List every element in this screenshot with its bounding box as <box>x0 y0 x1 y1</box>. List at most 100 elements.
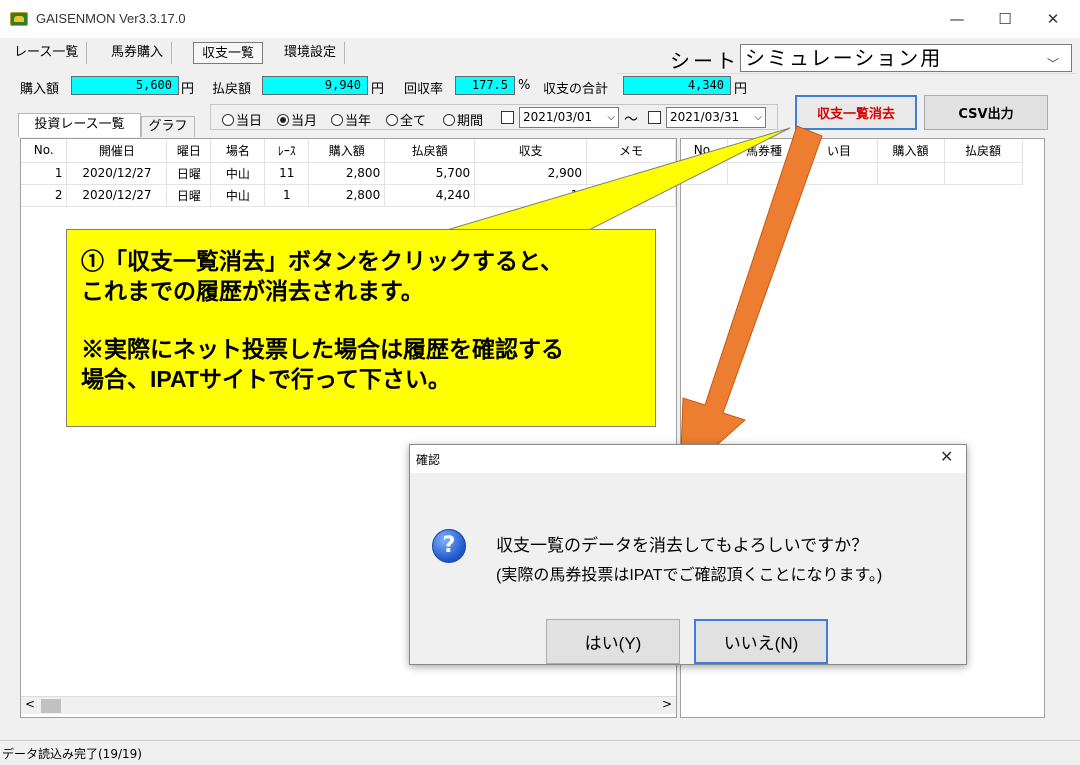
tab-settings[interactable]: 環境設定 <box>276 42 346 64</box>
status-text: データ読込み完了(19/19) <box>2 747 142 761</box>
radio-label: 当月 <box>291 114 318 129</box>
from-date-picker[interactable]: 2021/03/01 ⌵ <box>519 107 619 128</box>
balance-total-label: 収支の合計 <box>543 82 609 97</box>
payout-label: 払戻額 <box>212 82 252 97</box>
horizontal-scrollbar[interactable]: < > <box>21 696 676 714</box>
payout-unit: 円 <box>371 82 385 97</box>
no-button[interactable]: いいえ(N) <box>694 619 828 664</box>
to-date-picker[interactable]: 2021/03/31 ⌵ <box>666 107 766 128</box>
tab-ticket-purchase[interactable]: 馬券購入 <box>103 42 173 64</box>
sheet-select[interactable]: シミュレーション用 ﹀ <box>740 44 1072 72</box>
cell-balance: 2,900 <box>474 162 588 185</box>
radio-label: 期間 <box>457 114 484 129</box>
payout-value: 9,940 <box>262 76 368 95</box>
column-header[interactable]: 払戻額 <box>944 139 1023 163</box>
dialog-message: 収支一覧のデータを消去してもよろしいですか？ <box>496 536 869 555</box>
tab-balance-list[interactable]: 収支一覧 <box>193 42 264 64</box>
radio-label: 当日 <box>236 114 263 129</box>
cell-venue: 中山 <box>210 184 266 207</box>
table-header-row: No. 開催日 曜日 場名 ﾚｰｽ 購入額 払戻額 収支 メモ <box>21 139 676 163</box>
cell-race: 11 <box>264 162 310 185</box>
dialog-note: (実際の馬券投票はIPATでご確認頂くことになります。) <box>496 567 883 584</box>
radio-period[interactable]: 期間 <box>443 110 483 129</box>
sheet-select-value: シミュレーション用 <box>745 46 943 70</box>
callout-line: ①「収支一覧消去」ボタンをクリックすると、 <box>81 248 564 274</box>
from-date-value: 2021/03/01 <box>523 110 593 124</box>
column-header[interactable]: 場名 <box>210 139 266 163</box>
scroll-right-icon[interactable]: > <box>662 697 672 711</box>
column-header[interactable]: い目 <box>801 139 878 163</box>
radio-dot-selected <box>277 113 289 126</box>
radio-this-month[interactable]: 当月 <box>277 110 317 129</box>
radio-label: 当年 <box>345 114 372 129</box>
from-date-checkbox[interactable] <box>501 111 514 124</box>
radio-this-year[interactable]: 当年 <box>331 110 371 129</box>
cell-memo <box>586 184 676 207</box>
callout-line: 場合、IPATサイトで行って下さい。 <box>81 366 451 392</box>
recovery-rate-label: 回収率 <box>404 82 444 97</box>
cell-no: 1 <box>21 162 68 185</box>
dialog-title: 確認 <box>416 453 441 467</box>
radio-dot <box>443 113 455 126</box>
column-header[interactable]: 購入額 <box>308 139 386 163</box>
yes-button[interactable]: はい(Y) <box>546 619 680 664</box>
cell-balance: 1, <box>474 184 588 207</box>
table-row <box>681 162 1023 185</box>
instruction-callout: ①「収支一覧消去」ボタンをクリックすると、 これまでの履歴が消去されます。 ※実… <box>66 229 656 427</box>
column-header[interactable]: ﾚｰｽ <box>264 139 310 163</box>
column-header[interactable]: メモ <box>586 139 676 163</box>
cell-no: 2 <box>21 184 68 207</box>
table-header-row: No. 馬券種 い目 購入額 払戻額 <box>681 139 1023 163</box>
column-header[interactable]: 収支 <box>474 139 588 163</box>
cell-weekday: 日曜 <box>166 162 212 185</box>
maximize-button[interactable]: ☐ <box>982 0 1028 38</box>
cell-race: 1 <box>264 184 310 207</box>
close-button[interactable]: ✕ <box>1030 0 1076 38</box>
cell-venue: 中山 <box>210 162 266 185</box>
callout-line: ※実際にネット投票した場合は履歴を確認する <box>81 336 564 362</box>
clear-balance-button[interactable]: 収支一覧消去 <box>795 95 917 130</box>
app-logo-icon <box>10 12 28 26</box>
callout-line: これまでの履歴が消去されます。 <box>81 278 424 304</box>
dialog-body: ? 収支一覧のデータを消去してもよろしいですか？ (実際の馬券投票はIPATでご… <box>410 473 966 664</box>
chevron-down-icon: ⌵ <box>754 112 762 123</box>
csv-export-button[interactable]: CSV出力 <box>924 95 1048 130</box>
cell-date: 2020/12/27 <box>66 162 168 185</box>
confirm-dialog: 確認 ✕ ? 収支一覧のデータを消去してもよろしいですか？ (実際の馬券投票はI… <box>409 444 967 665</box>
tab-graph[interactable]: グラフ <box>141 116 195 137</box>
column-header[interactable]: No. <box>21 139 68 163</box>
cell-date: 2020/12/27 <box>66 184 168 207</box>
column-header[interactable]: 購入額 <box>877 139 945 163</box>
recovery-rate-value: 177.5 <box>455 76 515 95</box>
balance-total-unit: 円 <box>734 82 748 97</box>
radio-all[interactable]: 全て <box>386 110 426 129</box>
table-row[interactable]: 2 2020/12/27 日曜 中山 1 2,800 4,240 1, <box>21 184 676 207</box>
column-header[interactable]: No. <box>681 139 728 163</box>
scrollbar-thumb[interactable] <box>41 699 61 713</box>
column-header[interactable]: 払戻額 <box>384 139 476 163</box>
tab-investment-race-list[interactable]: 投資レース一覧 <box>18 113 141 137</box>
cell-purchase: 2,800 <box>308 184 386 207</box>
cell-memo <box>586 162 676 185</box>
to-date-checkbox[interactable] <box>648 111 661 124</box>
chevron-down-icon: ﹀ <box>1046 57 1061 71</box>
column-header[interactable]: 曜日 <box>166 139 212 163</box>
minimize-button[interactable]: — <box>934 0 980 38</box>
scroll-left-icon[interactable]: < <box>25 697 35 711</box>
column-header[interactable]: 馬券種 <box>727 139 802 163</box>
balance-total-value: 4,340 <box>623 76 731 95</box>
purchase-unit: 円 <box>181 82 195 97</box>
to-date-value: 2021/03/31 <box>670 110 740 124</box>
dialog-close-icon[interactable]: ✕ <box>940 447 953 466</box>
tab-race-list[interactable]: レース一覧 <box>6 42 88 64</box>
column-header[interactable]: 開催日 <box>66 139 168 163</box>
recovery-rate-unit: % <box>518 78 531 93</box>
sheet-label: シート <box>670 49 739 73</box>
chevron-down-icon: ⌵ <box>607 112 615 123</box>
radio-today[interactable]: 当日 <box>222 110 262 129</box>
table-row[interactable]: 1 2020/12/27 日曜 中山 11 2,800 5,700 2,900 <box>21 162 676 185</box>
cell-purchase: 2,800 <box>308 162 386 185</box>
cell-weekday: 日曜 <box>166 184 212 207</box>
radio-dot <box>222 113 234 126</box>
radio-label: 全て <box>400 114 427 129</box>
